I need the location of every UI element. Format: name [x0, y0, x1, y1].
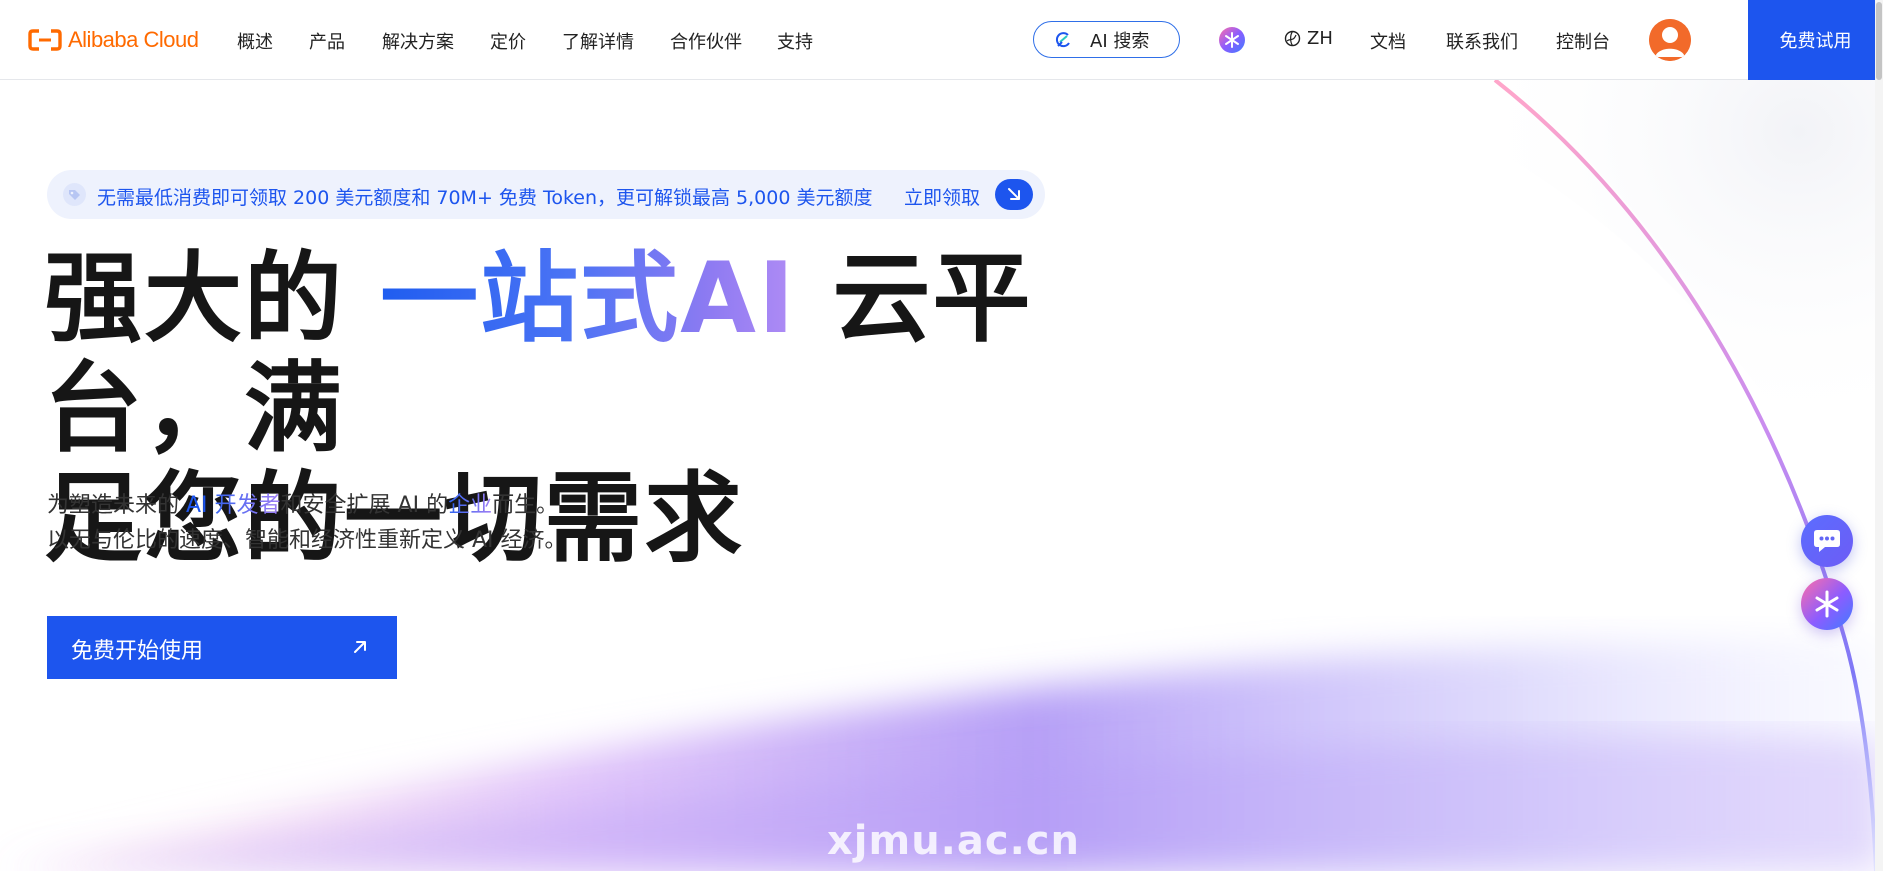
hero-title-part1: 强大的 [44, 242, 381, 356]
promo-banner[interactable]: 无需最低消费即可领取 200 美元额度和 70M+ 免费 Token，更可解锁最… [47, 170, 1045, 219]
nav-item-partners[interactable]: 合作伙伴 [670, 28, 742, 54]
ai-search-label: AI 搜索 [1090, 30, 1150, 52]
nav-item-products[interactable]: 产品 [309, 28, 345, 54]
console-link[interactable]: 控制台 [1556, 28, 1610, 54]
start-free-label: 免费开始使用 [71, 639, 204, 664]
sub-text-c: 而生。 [492, 493, 559, 518]
nav-item-learn-more[interactable]: 了解详情 [562, 28, 634, 54]
sub-highlight-ai: AI [186, 493, 208, 518]
floating-chat-button[interactable] [1801, 515, 1853, 567]
top-navigation-bar: Alibaba Cloud 概述 产品 解决方案 定价 了解详情 合作伙伴 支持… [0, 0, 1883, 80]
free-trial-label: 免费试用 [1779, 31, 1852, 52]
scrollbar-thumb[interactable] [1876, 2, 1882, 80]
contact-us-link[interactable]: 联系我们 [1446, 28, 1518, 54]
language-label: ZH [1307, 28, 1333, 49]
sparkle-icon [1225, 32, 1239, 48]
alibaba-cloud-logo-icon [28, 29, 62, 51]
hero-subtitle-line1: 为塑造未来的 AI 开发者和安全扩展 AI 的企业而生。 [47, 488, 567, 523]
language-switcher[interactable]: ZH [1284, 28, 1333, 49]
nav-item-solutions[interactable]: 解决方案 [382, 28, 454, 54]
hero-title-highlight: 一站式AI [380, 242, 797, 356]
promo-arrow-button[interactable] [995, 179, 1033, 210]
arrow-up-right-icon [354, 641, 366, 653]
watermark: xjmu.ac.cn [827, 818, 1080, 864]
alibaba-cloud-logo[interactable]: Alibaba Cloud [28, 26, 199, 54]
sub-text-b: 和安全扩展 AI 的 [280, 493, 449, 518]
hero-subtitle: 为塑造未来的 AI 开发者和安全扩展 AI 的企业而生。 以无与伦比的速度、智能… [47, 488, 567, 558]
logo-text: Alibaba Cloud [68, 27, 199, 52]
ai-search-icon [1055, 31, 1070, 47]
sparkle-icon [1815, 590, 1839, 618]
chat-bubble-icon [1814, 530, 1840, 552]
docs-link[interactable]: 文档 [1370, 28, 1406, 54]
promo-text: 无需最低消费即可领取 200 美元额度和 70M+ 免费 Token，更可解锁最… [97, 187, 873, 209]
user-avatar-icon [1649, 19, 1691, 61]
hero-subtitle-line2: 以无与伦比的速度、智能和经济性重新定义 AI 经济。 [47, 528, 567, 553]
tag-icon [63, 183, 86, 206]
nav-item-pricing[interactable]: 定价 [490, 28, 526, 54]
sub-highlight-enterprise: 企业 [448, 493, 493, 518]
ai-search-button[interactable]: AI 搜索 [1033, 21, 1180, 58]
promo-claim-link[interactable]: 立即领取 [904, 183, 980, 210]
floating-ai-assistant-button[interactable] [1801, 578, 1853, 630]
sub-text-a: 为塑造未来的 [47, 493, 186, 518]
sub-highlight-developers: 开发者 [207, 493, 281, 518]
page-scrollbar[interactable] [1875, 0, 1883, 871]
globe-icon [1284, 30, 1301, 47]
free-trial-button[interactable]: 免费试用 [1748, 0, 1883, 80]
nav-item-overview[interactable]: 概述 [237, 28, 273, 54]
user-avatar[interactable] [1649, 19, 1691, 61]
nav-item-support[interactable]: 支持 [777, 28, 813, 54]
ai-assistant-button[interactable] [1219, 27, 1245, 53]
start-free-button[interactable]: 免费开始使用 [47, 616, 397, 679]
arrow-diagonal-icon [1008, 188, 1020, 200]
